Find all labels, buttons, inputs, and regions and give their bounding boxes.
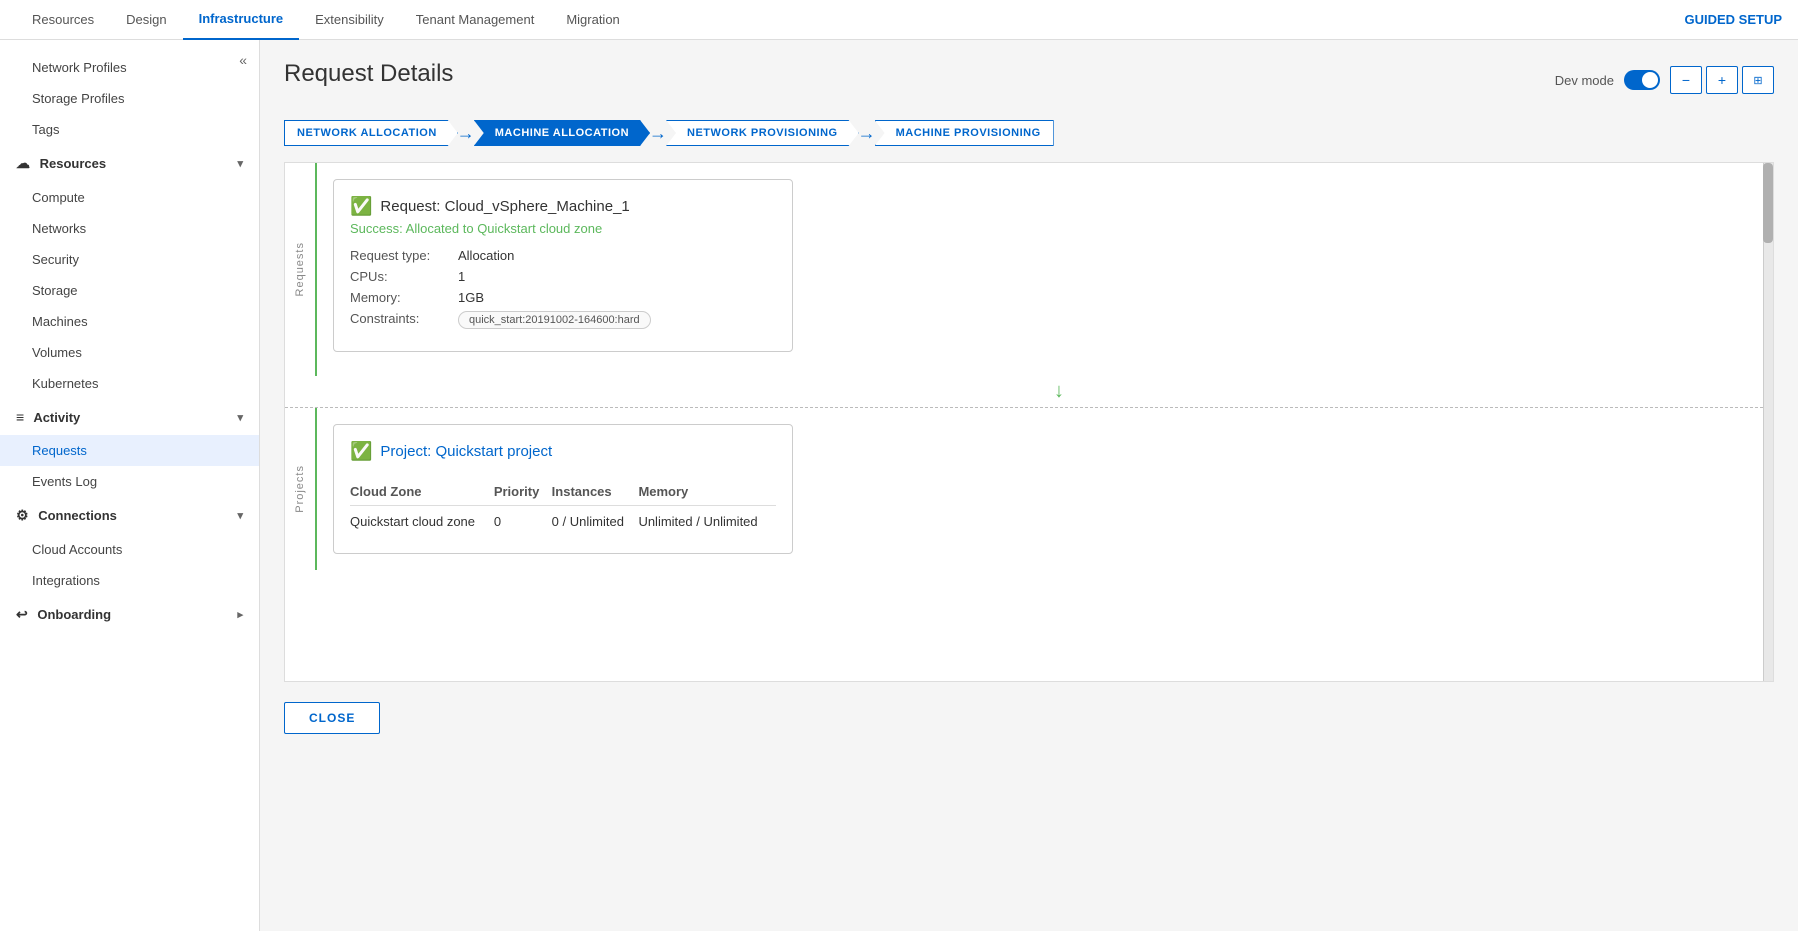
sidebar-item-kubernetes[interactable]: Kubernetes [0,368,259,399]
request-success-icon: ✅ [350,196,372,217]
step-arrow-1: → [457,123,475,144]
step-network-allocation[interactable]: NETWORK ALLOCATION [284,120,458,146]
activity-chevron: ▾ [237,411,243,424]
detail-memory: Memory: 1GB [350,290,776,305]
project-title: ✅ Project: Quickstart project [350,441,776,462]
step-arrow-3: → [858,123,876,144]
detail-label-cpus: CPUs: [350,269,450,284]
detail-label-request-type: Request type: [350,248,450,263]
sidebar-item-network-profiles[interactable]: Network Profiles [0,52,259,83]
table-row: Quickstart cloud zone 0 0 / Unlimited Un… [350,506,776,538]
projects-section-row: Projects ✅ Project: Quickstart project C… [285,408,1773,570]
sidebar-item-tags[interactable]: Tags [0,114,259,145]
request-card: ✅ Request: Cloud_vSphere_Machine_1 Succe… [333,179,793,352]
close-button[interactable]: CLOSE [284,702,380,734]
zoom-in-button[interactable]: + [1706,66,1738,94]
requests-section-row: Requests ✅ Request: Cloud_vSphere_Machin… [285,163,1773,376]
detail-value-request-type: Allocation [458,248,514,263]
project-card: ✅ Project: Quickstart project Cloud Zone… [333,424,793,554]
page-title: Request Details [284,60,453,88]
cell-memory: Unlimited / Unlimited [638,506,776,538]
col-cloud-zone: Cloud Zone [350,478,494,506]
step-arrow-2: → [649,123,667,144]
detail-constraints: Constraints: quick_start:20191002-164600… [350,311,776,329]
sidebar-item-storage[interactable]: Storage [0,275,259,306]
nav-resources[interactable]: Resources [16,0,110,40]
zoom-controls: − + ⊞ [1670,66,1774,94]
nav-migration[interactable]: Migration [550,0,635,40]
sidebar-item-networks[interactable]: Networks [0,213,259,244]
sidebar-item-compute[interactable]: Compute [0,182,259,213]
nav-tenant-management[interactable]: Tenant Management [400,0,551,40]
requests-content: ✅ Request: Cloud_vSphere_Machine_1 Succe… [317,163,1773,376]
detail-cpus: CPUs: 1 [350,269,776,284]
main-content: Request Details Dev mode − + ⊞ NETWORK A… [260,40,1798,931]
sidebar-item-machines[interactable]: Machines [0,306,259,337]
main-layout: « Network Profiles Storage Profiles Tags… [0,40,1798,931]
cell-cloud-zone: Quickstart cloud zone [350,506,494,538]
sidebar-item-cloud-accounts[interactable]: Cloud Accounts [0,534,259,565]
sidebar-section-onboarding[interactable]: ↩ Onboarding ▸ [0,596,259,633]
projects-content: ✅ Project: Quickstart project Cloud Zone… [317,408,1773,570]
dev-mode-label: Dev mode [1555,73,1614,88]
detail-label-memory: Memory: [350,290,450,305]
request-title-text: Request: Cloud_vSphere_Machine_1 [380,198,629,215]
onboarding-chevron: ▸ [237,608,243,621]
sidebar-item-storage-profiles[interactable]: Storage Profiles [0,83,259,114]
nav-extensibility[interactable]: Extensibility [299,0,400,40]
step-network-provisioning[interactable]: NETWORK PROVISIONING [666,120,859,146]
dev-mode-toggle[interactable] [1624,70,1660,90]
request-success-text: Success: Allocated to Quickstart cloud z… [350,221,776,236]
content-panel: Requests ✅ Request: Cloud_vSphere_Machin… [284,162,1774,682]
step-machine-allocation[interactable]: MACHINE ALLOCATION [474,120,650,146]
steps-bar: NETWORK ALLOCATION → MACHINE ALLOCATION … [284,120,1774,146]
request-card-title: ✅ Request: Cloud_vSphere_Machine_1 [350,196,776,217]
arrow-connector: ↓ [345,376,1773,407]
step-machine-provisioning[interactable]: MACHINE PROVISIONING [875,120,1054,146]
nav-infrastructure[interactable]: Infrastructure [183,0,300,40]
connections-chevron: ▾ [237,509,243,522]
sidebar-item-volumes[interactable]: Volumes [0,337,259,368]
cell-priority: 0 [494,506,552,538]
projects-section-label: Projects [294,465,306,513]
top-nav: Resources Design Infrastructure Extensib… [0,0,1798,40]
sidebar-item-security[interactable]: Security [0,244,259,275]
panel-scrollbar-thumb [1763,163,1773,243]
zoom-fit-button[interactable]: ⊞ [1742,66,1774,94]
header-row: Request Details Dev mode − + ⊞ [284,60,1774,104]
nav-design[interactable]: Design [110,0,182,40]
sidebar-item-integrations[interactable]: Integrations [0,565,259,596]
requests-section-label-col: Requests [285,163,317,376]
detail-request-type: Request type: Allocation [350,248,776,263]
zoom-out-button[interactable]: − [1670,66,1702,94]
resources-icon: ☁ [16,155,30,171]
cell-instances: 0 / Unlimited [552,506,639,538]
constraint-badge: quick_start:20191002-164600:hard [458,311,651,329]
detail-value-memory: 1GB [458,290,484,305]
col-memory: Memory [638,478,776,506]
project-title-text[interactable]: Project: Quickstart project [380,443,552,460]
sidebar-item-requests[interactable]: Requests [0,435,259,466]
onboarding-icon: ↩ [16,606,28,622]
sidebar: « Network Profiles Storage Profiles Tags… [0,40,260,931]
project-table: Cloud Zone Priority Instances Memory Qui… [350,478,776,537]
project-success-icon: ✅ [350,441,372,462]
sidebar-section-resources[interactable]: ☁ Resources ▾ [0,145,259,182]
guided-setup-link[interactable]: GUIDED SETUP [1684,12,1782,27]
connections-icon: ⚙ [16,507,29,523]
sidebar-collapse-button[interactable]: « [235,48,251,72]
sidebar-section-activity[interactable]: ≡ Activity ▾ [0,399,259,435]
projects-section-label-col: Projects [285,408,317,570]
col-instances: Instances [552,478,639,506]
sidebar-item-events-log[interactable]: Events Log [0,466,259,497]
sidebar-section-connections[interactable]: ⚙ Connections ▾ [0,497,259,534]
col-priority: Priority [494,478,552,506]
activity-icon: ≡ [16,409,24,425]
detail-value-cpus: 1 [458,269,465,284]
resources-chevron: ▾ [237,157,243,170]
panel-scrollbar[interactable] [1763,163,1773,681]
detail-label-constraints: Constraints: [350,311,450,329]
requests-section-label: Requests [294,242,306,296]
